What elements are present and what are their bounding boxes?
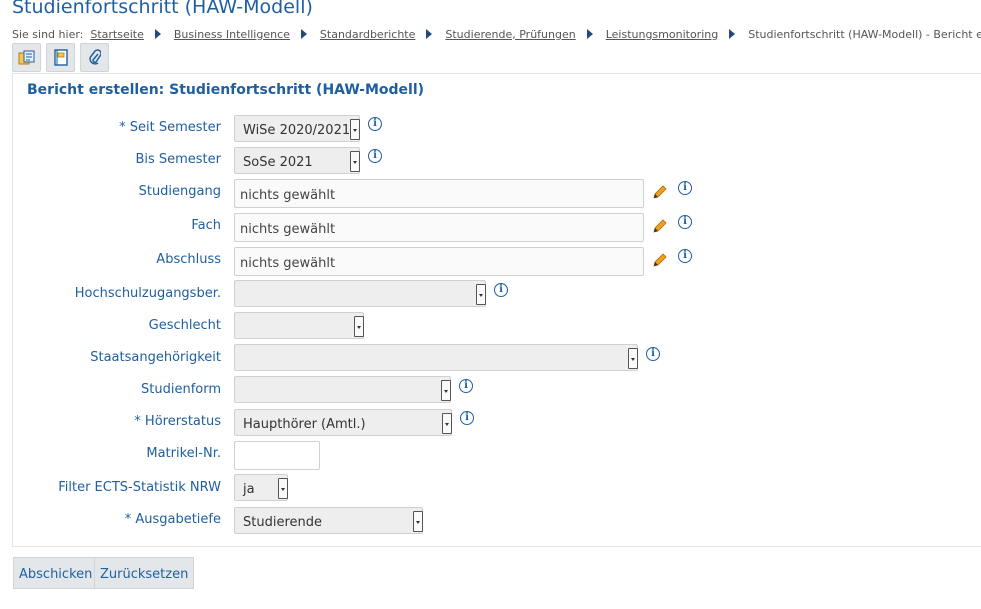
pencil-icon[interactable]: [652, 184, 668, 200]
breadcrumb-separator-icon: [154, 29, 161, 39]
breadcrumb-separator-icon: [729, 29, 736, 39]
breadcrumb-link-studierende-pruefungen[interactable]: Studierende, Prüfungen: [445, 28, 575, 41]
breadcrumb-link-leistungsmonitoring[interactable]: Leistungsmonitoring: [606, 28, 719, 41]
row-hoererstatus: * Hörerstatus Haupthörer (Amtl.) i: [0, 409, 981, 444]
hoererstatus-select[interactable]: Haupthörer (Amtl.): [234, 409, 452, 436]
breadcrumb-separator-icon: [586, 29, 593, 39]
row-seit-semester: * Seit Semester WiSe 2020/2021 i: [0, 115, 981, 150]
report-export-button[interactable]: [12, 43, 41, 72]
seit-semester-select[interactable]: WiSe 2020/2021: [234, 115, 360, 142]
info-icon[interactable]: i: [678, 181, 692, 195]
filter-ects-value: ja: [243, 482, 255, 497]
studienform-select[interactable]: [234, 376, 451, 403]
breadcrumb-link-startseite[interactable]: Startseite: [90, 28, 144, 41]
row-hochschulzugangsber: Hochschulzugangsber. i: [0, 280, 981, 316]
ausgabetiefe-value: Studierende: [243, 515, 322, 530]
ausgabetiefe-label: * Ausgabetiefe: [124, 512, 221, 527]
report-export-icon: [18, 50, 34, 64]
breadcrumb-separator-icon: [300, 29, 307, 39]
matrikel-nr-input[interactable]: [234, 441, 320, 470]
studiengang-field[interactable]: nichts gewählt: [234, 179, 644, 208]
pencil-icon[interactable]: [652, 252, 668, 268]
studienform-label: Studienform: [141, 382, 221, 397]
geschlecht-select[interactable]: [234, 312, 364, 339]
geschlecht-label: Geschlecht: [148, 318, 221, 333]
matrikel-nr-label: Matrikel-Nr.: [146, 446, 221, 461]
breadcrumb-separator-icon: [426, 29, 433, 39]
page-title: Studienfortschritt (HAW-Modell): [12, 0, 313, 18]
row-fach: Fach nichts gewählt i: [0, 213, 981, 248]
seit-semester-label: * Seit Semester: [119, 120, 221, 135]
info-icon[interactable]: i: [678, 249, 692, 263]
hoererstatus-value: Haupthörer (Amtl.): [243, 417, 366, 432]
info-icon[interactable]: i: [678, 215, 692, 229]
reset-button[interactable]: Zurücksetzen: [94, 557, 195, 589]
row-studiengang: Studiengang nichts gewählt i: [0, 179, 981, 214]
chevron-down-icon: [476, 284, 486, 305]
chevron-down-icon: [413, 511, 423, 532]
paperclip-icon: [88, 49, 101, 65]
row-ausgabetiefe: * Ausgabetiefe Studierende: [0, 507, 981, 542]
bis-semester-label: Bis Semester: [135, 152, 221, 167]
info-icon[interactable]: i: [646, 347, 660, 361]
pencil-icon[interactable]: [652, 218, 668, 234]
chevron-down-icon: [350, 119, 360, 140]
abschluss-field[interactable]: nichts gewählt: [234, 247, 644, 276]
row-filter-ects: Filter ECTS-Statistik NRW ja: [0, 474, 981, 510]
chevron-down-icon: [442, 413, 452, 434]
notebook-icon: [53, 49, 68, 66]
fach-field[interactable]: nichts gewählt: [234, 213, 644, 242]
notebook-button[interactable]: [46, 43, 75, 72]
chevron-down-icon: [441, 380, 451, 401]
filter-ects-label: Filter ECTS-Statistik NRW: [58, 480, 221, 495]
row-matrikel-nr: Matrikel-Nr.: [0, 441, 981, 476]
fach-label: Fach: [191, 218, 221, 233]
form-heading: Bericht erstellen: Studienfortschritt (H…: [27, 82, 425, 98]
info-icon[interactable]: i: [460, 411, 474, 425]
breadcrumb-current: Studienfortschritt (HAW-Modell) - Berich…: [748, 27, 981, 41]
chevron-down-icon: [278, 478, 288, 499]
submit-button[interactable]: Abschicken: [13, 557, 99, 589]
staatsangehoerigkeit-select[interactable]: [234, 344, 638, 371]
bis-semester-select[interactable]: SoSe 2021: [234, 147, 360, 174]
hochschulzugangsber-label: Hochschulzugangsber.: [74, 286, 221, 301]
attachment-button[interactable]: [80, 43, 109, 72]
bis-semester-value: SoSe 2021: [243, 155, 313, 170]
staatsangehoerigkeit-label: Staatsangehörigkeit: [90, 350, 221, 365]
filter-ects-select[interactable]: ja: [234, 474, 288, 501]
abschluss-label: Abschluss: [156, 252, 221, 267]
breadcrumb-link-standardberichte[interactable]: Standardberichte: [320, 28, 415, 41]
breadcrumb: Sie sind hier: Startseite Business Intel…: [12, 27, 981, 41]
breadcrumb-link-business-intelligence[interactable]: Business Intelligence: [174, 28, 290, 41]
ausgabetiefe-select[interactable]: Studierende: [234, 507, 423, 534]
breadcrumb-prefix: Sie sind hier:: [12, 27, 84, 41]
chevron-down-icon: [354, 316, 364, 337]
info-icon[interactable]: i: [459, 379, 473, 393]
chevron-down-icon: [628, 348, 638, 369]
row-staatsangehoerigkeit: Staatsangehörigkeit i: [0, 344, 981, 380]
hochschulzugangsber-select[interactable]: [234, 280, 486, 307]
chevron-down-icon: [350, 151, 360, 172]
info-icon[interactable]: i: [494, 283, 508, 297]
info-icon[interactable]: i: [368, 149, 382, 163]
row-abschluss: Abschluss nichts gewählt i: [0, 247, 981, 282]
toolbar: [12, 43, 114, 72]
hoererstatus-label: * Hörerstatus: [134, 414, 221, 429]
seit-semester-value: WiSe 2020/2021: [243, 123, 351, 138]
row-studienform: Studienform i: [0, 376, 981, 412]
studiengang-label: Studiengang: [138, 184, 221, 199]
info-icon[interactable]: i: [368, 117, 382, 131]
row-bis-semester: Bis Semester SoSe 2021 i: [0, 147, 981, 182]
